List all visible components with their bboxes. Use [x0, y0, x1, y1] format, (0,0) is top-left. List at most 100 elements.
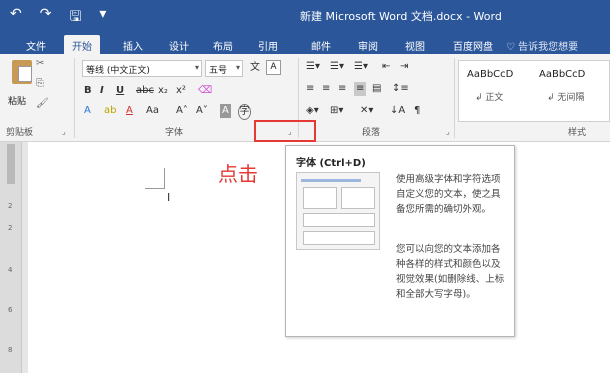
font-size-value: 五号: [209, 66, 228, 76]
tab-layout[interactable]: 布局: [205, 35, 241, 54]
copy-icon[interactable]: ⎘: [36, 78, 44, 89]
qat-customize-icon[interactable]: ▾: [99, 6, 106, 30]
style-name: ↲ 正文: [475, 93, 504, 103]
tab-baidu-netdisk[interactable]: 百度网盘: [445, 35, 501, 54]
distributed-icon[interactable]: ▤: [372, 82, 381, 96]
paste-icon[interactable]: [12, 60, 32, 84]
tooltip-description: 使用高级字体和字符选项自定义您的文本，使之具备您所需的确切外观。: [396, 174, 501, 215]
ribbon-divider: [74, 58, 75, 138]
ribbon-divider: [454, 58, 455, 138]
style-sample: AaBbCcD: [539, 69, 586, 80]
tell-me-search[interactable]: ♡ 告诉我您想要: [506, 38, 578, 53]
margin-corner-mark: [145, 188, 165, 189]
bullets-icon[interactable]: ☰▾: [306, 60, 320, 74]
tab-insert[interactable]: 插入: [115, 35, 151, 54]
ruler-margin-marker: [7, 144, 15, 184]
chevron-down-icon: ▾: [235, 63, 240, 72]
enclose-characters-icon[interactable]: 字: [238, 104, 251, 120]
character-shading-icon[interactable]: A: [220, 104, 231, 118]
text-cursor: I: [167, 191, 171, 204]
click-annotation: 点击: [218, 162, 258, 186]
style-sample: AaBbCcD: [467, 69, 514, 80]
preview-box: [303, 187, 337, 209]
font-dialog-tooltip: 字体 (Ctrl+D) 使用高级字体和字符选项自定义您的文本，使之具备您所需的确…: [285, 145, 515, 337]
ruler-mark: 8: [8, 346, 13, 354]
quick-access-toolbar: ↶ ↷ 🖫 ▾: [10, 6, 106, 30]
ruler-mark: 4: [8, 266, 13, 274]
style-name: ↲ 无间隔: [547, 93, 585, 103]
clipboard-launcher-icon[interactable]: ⌟: [62, 127, 66, 136]
tooltip-description: 您可以向您的文本添加各种各样的样式和颜色以及视觉效果(如删除线、上标和全部大写字…: [396, 244, 505, 300]
font-size-select[interactable]: 五号 ▾: [205, 60, 243, 77]
vertical-ruler: 2 2 4 6 8: [0, 142, 22, 373]
ruler-mark: 2: [8, 202, 13, 210]
tab-design[interactable]: 设计: [161, 35, 197, 54]
align-right-icon[interactable]: ≡: [338, 82, 346, 96]
shading-icon[interactable]: ◈▾: [306, 104, 319, 118]
ribbon-tabs: 文件 开始 插入 设计 布局 引用 邮件 审阅 视图 百度网盘 ♡ 告诉我您想要: [0, 32, 610, 54]
window-title: 新建 Microsoft Word 文档.docx - Word: [300, 10, 502, 23]
font-group-label: 字体: [165, 128, 184, 138]
undo-icon[interactable]: ↶: [10, 6, 22, 30]
preview-box: [303, 213, 375, 227]
paragraph-group-label: 段落: [362, 128, 381, 138]
cut-icon[interactable]: ✂: [36, 58, 44, 69]
superscript-button[interactable]: x²: [176, 84, 186, 98]
text-effects-icon[interactable]: A: [84, 104, 91, 118]
line-spacing-icon[interactable]: ↕≡: [392, 82, 409, 96]
grow-font-button[interactable]: A˄: [176, 104, 188, 118]
style-normal[interactable]: AaBbCcD ↲ 正文: [467, 69, 535, 113]
decrease-indent-icon[interactable]: ⇤: [382, 60, 390, 74]
align-left-icon[interactable]: ≡: [306, 82, 314, 96]
tab-review[interactable]: 审阅: [350, 35, 386, 54]
change-case-button[interactable]: Aa: [146, 104, 159, 118]
font-color-icon[interactable]: A: [126, 104, 133, 118]
redo-icon[interactable]: ↷: [40, 6, 52, 30]
clear-formatting-icon[interactable]: ⌫: [198, 84, 212, 98]
shrink-font-button[interactable]: A˅: [196, 104, 208, 118]
subscript-button[interactable]: x₂: [158, 84, 168, 98]
tab-home[interactable]: 开始: [64, 35, 100, 54]
save-icon[interactable]: 🖫: [69, 6, 81, 30]
character-border-icon[interactable]: A: [266, 60, 281, 75]
font-dialog-preview-image: [296, 172, 380, 250]
tab-references[interactable]: 引用: [250, 35, 286, 54]
preview-bar: [301, 179, 361, 182]
justify-icon[interactable]: ≡: [354, 82, 367, 96]
borders-icon[interactable]: ⊞▾: [330, 104, 343, 118]
ruler-mark: 2: [8, 224, 13, 232]
format-painter-icon[interactable]: 🖌: [36, 98, 49, 109]
tooltip-title: 字体 (Ctrl+D): [296, 158, 366, 169]
phonetic-guide-icon[interactable]: 文: [250, 61, 260, 75]
italic-button[interactable]: I: [100, 84, 104, 98]
tab-file[interactable]: 文件: [18, 35, 54, 54]
styles-group-label: 样式: [568, 128, 587, 138]
tab-mailings[interactable]: 邮件: [303, 35, 339, 54]
bold-button[interactable]: B: [84, 84, 92, 98]
highlight-box: [254, 120, 316, 142]
strikethrough-button[interactable]: abc: [136, 84, 154, 98]
styles-gallery: AaBbCcD ↲ 正文 AaBbCcD ↲ 无间隔: [458, 60, 610, 122]
paragraph-launcher-icon[interactable]: ⌟: [446, 127, 450, 136]
font-name-select[interactable]: 等线 (中文正文) ▾: [82, 60, 202, 77]
sort-icon[interactable]: ↓A: [390, 104, 405, 118]
title-bar: ↶ ↷ 🖫 ▾ 新建 Microsoft Word 文档.docx - Word: [0, 0, 610, 32]
multilevel-list-icon[interactable]: ☰▾: [354, 60, 368, 74]
ruler-mark: 6: [8, 306, 13, 314]
underline-button[interactable]: U: [116, 84, 124, 98]
font-name-value: 等线 (中文正文): [86, 66, 150, 76]
preview-box: [341, 187, 375, 209]
tab-view[interactable]: 视图: [397, 35, 433, 54]
show-hide-marks-icon[interactable]: ¶: [414, 104, 420, 118]
style-no-spacing[interactable]: AaBbCcD ↲ 无间隔: [539, 69, 607, 113]
chinese-layout-icon[interactable]: ✕▾: [360, 104, 373, 118]
numbering-icon[interactable]: ☰▾: [330, 60, 344, 74]
clipboard-group-label: 剪贴板: [6, 128, 34, 138]
preview-box: [303, 231, 375, 245]
align-center-icon[interactable]: ≡: [322, 82, 330, 96]
chevron-down-icon: ▾: [194, 63, 199, 72]
highlight-color-icon[interactable]: ab: [104, 104, 116, 118]
increase-indent-icon[interactable]: ⇥: [400, 60, 408, 74]
margin-corner-mark: [164, 168, 165, 188]
paste-button-label[interactable]: 粘贴: [8, 94, 26, 107]
